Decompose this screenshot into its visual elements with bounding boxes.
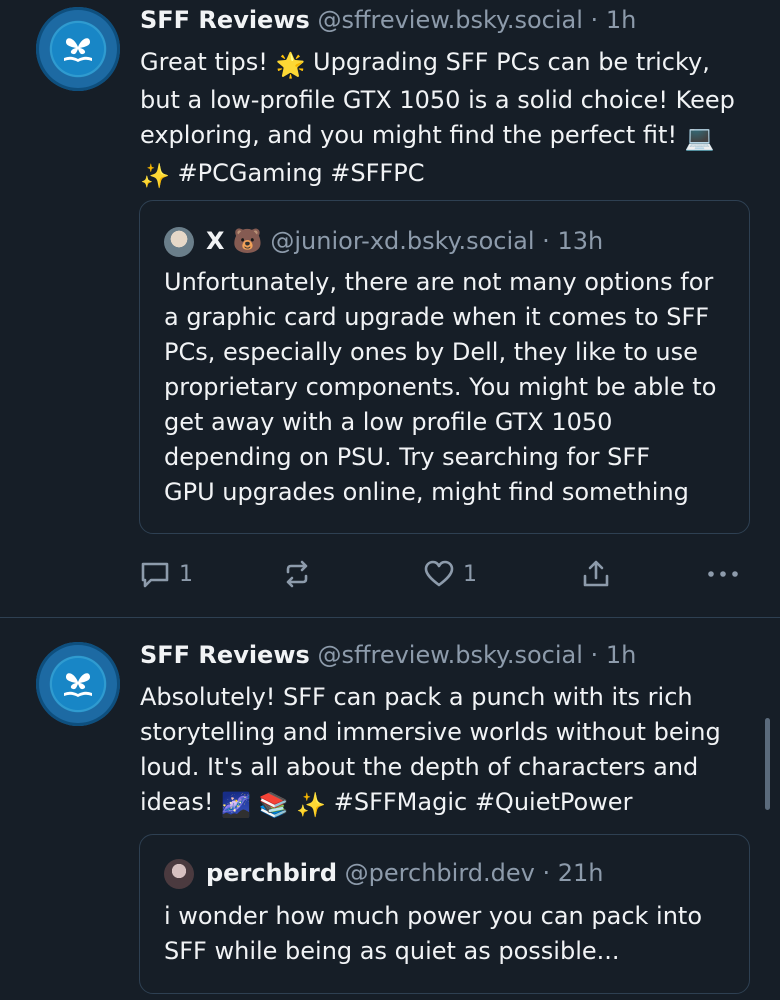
author-handle[interactable]: @junior-xd.bsky.social	[270, 227, 534, 255]
avatar[interactable]	[36, 7, 120, 91]
like-icon	[424, 560, 454, 587]
text-line: SFF while being as quiet as possible...	[164, 937, 620, 965]
author-name[interactable]: SFF Reviews	[140, 641, 310, 669]
text-line: Unfortunately, there are not many option…	[164, 268, 714, 296]
text-line: depending on PSU. Try searching for SFF	[164, 443, 651, 471]
butterfly-book-icon	[52, 658, 104, 710]
separator: ·	[542, 227, 550, 255]
text-segment: Great tips!	[140, 48, 276, 76]
text-line: proprietary components. You might be abl…	[164, 373, 717, 401]
post-header: SFF Reviews @sffreview.bsky.social · 1h	[140, 640, 636, 670]
post-text: Great tips! 🌟 Upgrading SFF PCs can be t…	[140, 45, 750, 194]
separator: ·	[542, 859, 551, 887]
text-segment: but a low-profile GTX 1050 is a solid ch…	[140, 86, 735, 114]
text-segment: ideas!	[140, 788, 222, 816]
quoted-post[interactable]: X 🐻 @junior-xd.bsky.social · 13h Unfortu…	[139, 200, 750, 534]
post-actions: 1 1	[0, 556, 780, 592]
quote-text: i wonder how much power you can pack int…	[164, 899, 744, 969]
quote-header: perchbird @perchbird.dev · 21h	[206, 858, 604, 888]
post-time[interactable]: 13h	[557, 227, 603, 255]
separator: ·	[590, 6, 599, 34]
share-icon	[583, 560, 609, 587]
author-name[interactable]: SFF Reviews	[140, 6, 310, 34]
books-emoji: 📚	[258, 791, 289, 819]
post[interactable]: SFF Reviews @sffreview.bsky.social · 1h …	[0, 0, 780, 618]
post-time[interactable]: 1h	[606, 641, 636, 669]
author-name[interactable]: perchbird	[206, 859, 337, 887]
avatar[interactable]	[36, 642, 120, 726]
post-time[interactable]: 1h	[606, 6, 636, 34]
like-count: 1	[463, 561, 477, 587]
text-line: GPU upgrades online, might find somethin…	[164, 478, 689, 506]
sparkles-emoji: ✨	[296, 791, 327, 819]
glowing-star-emoji: 🌟	[275, 51, 306, 79]
milky-way-emoji: 🌌	[221, 791, 252, 819]
text-line: a graphic card upgrade when it comes to …	[164, 303, 710, 331]
author-handle[interactable]: @perchbird.dev	[345, 859, 535, 887]
text-line: get away with a low profile GTX 1050	[164, 408, 613, 436]
quote-header: X 🐻 @junior-xd.bsky.social · 13h	[206, 226, 603, 256]
repost-icon	[286, 560, 308, 588]
post-time[interactable]: 21h	[558, 859, 604, 887]
laptop-emoji: 💻	[684, 124, 715, 152]
butterfly-book-icon	[52, 23, 104, 75]
text-line: storytelling and immersive worlds withou…	[140, 718, 721, 746]
text-line: i wonder how much power you can pack int…	[164, 902, 703, 930]
text-segment	[251, 788, 259, 816]
text-line: Absolutely! SFF can pack a punch with it…	[140, 683, 693, 711]
author-handle[interactable]: @sffreview.bsky.social	[317, 641, 582, 669]
author-name[interactable]: X 🐻	[206, 227, 263, 255]
repost-button[interactable]	[281, 556, 313, 592]
hashtags[interactable]: #SFFMagic #QuietPower	[326, 788, 633, 816]
more-icon	[708, 571, 738, 577]
scrollbar[interactable]	[765, 718, 770, 810]
sparkles-emoji: ✨	[140, 162, 170, 190]
reply-count: 1	[179, 561, 193, 587]
text-segment: Upgrading SFF PCs can be tricky,	[305, 48, 710, 76]
quote-text: Unfortunately, there are not many option…	[164, 265, 744, 510]
more-options-button[interactable]	[706, 556, 740, 592]
post-text: Absolutely! SFF can pack a punch with it…	[140, 680, 750, 823]
text-segment	[289, 788, 297, 816]
text-segment: exploring, and you might find the perfec…	[140, 121, 685, 149]
quoted-post[interactable]: perchbird @perchbird.dev · 21h i wonder …	[139, 834, 750, 994]
avatar[interactable]	[164, 227, 194, 257]
hashtags[interactable]: #PCGaming #SFFPC	[170, 159, 425, 187]
author-handle[interactable]: @sffreview.bsky.social	[317, 6, 582, 34]
reply-button[interactable]: 1	[139, 556, 193, 592]
text-line: PCs, especially ones by Dell, they like …	[164, 338, 698, 366]
reply-icon	[141, 562, 169, 588]
separator: ·	[590, 641, 599, 669]
post-header: SFF Reviews @sffreview.bsky.social · 1h	[140, 5, 636, 35]
share-button[interactable]	[580, 556, 612, 592]
text-line: loud. It's all about the depth of charac…	[140, 753, 699, 781]
avatar[interactable]	[164, 859, 194, 889]
like-button[interactable]: 1	[423, 556, 477, 592]
